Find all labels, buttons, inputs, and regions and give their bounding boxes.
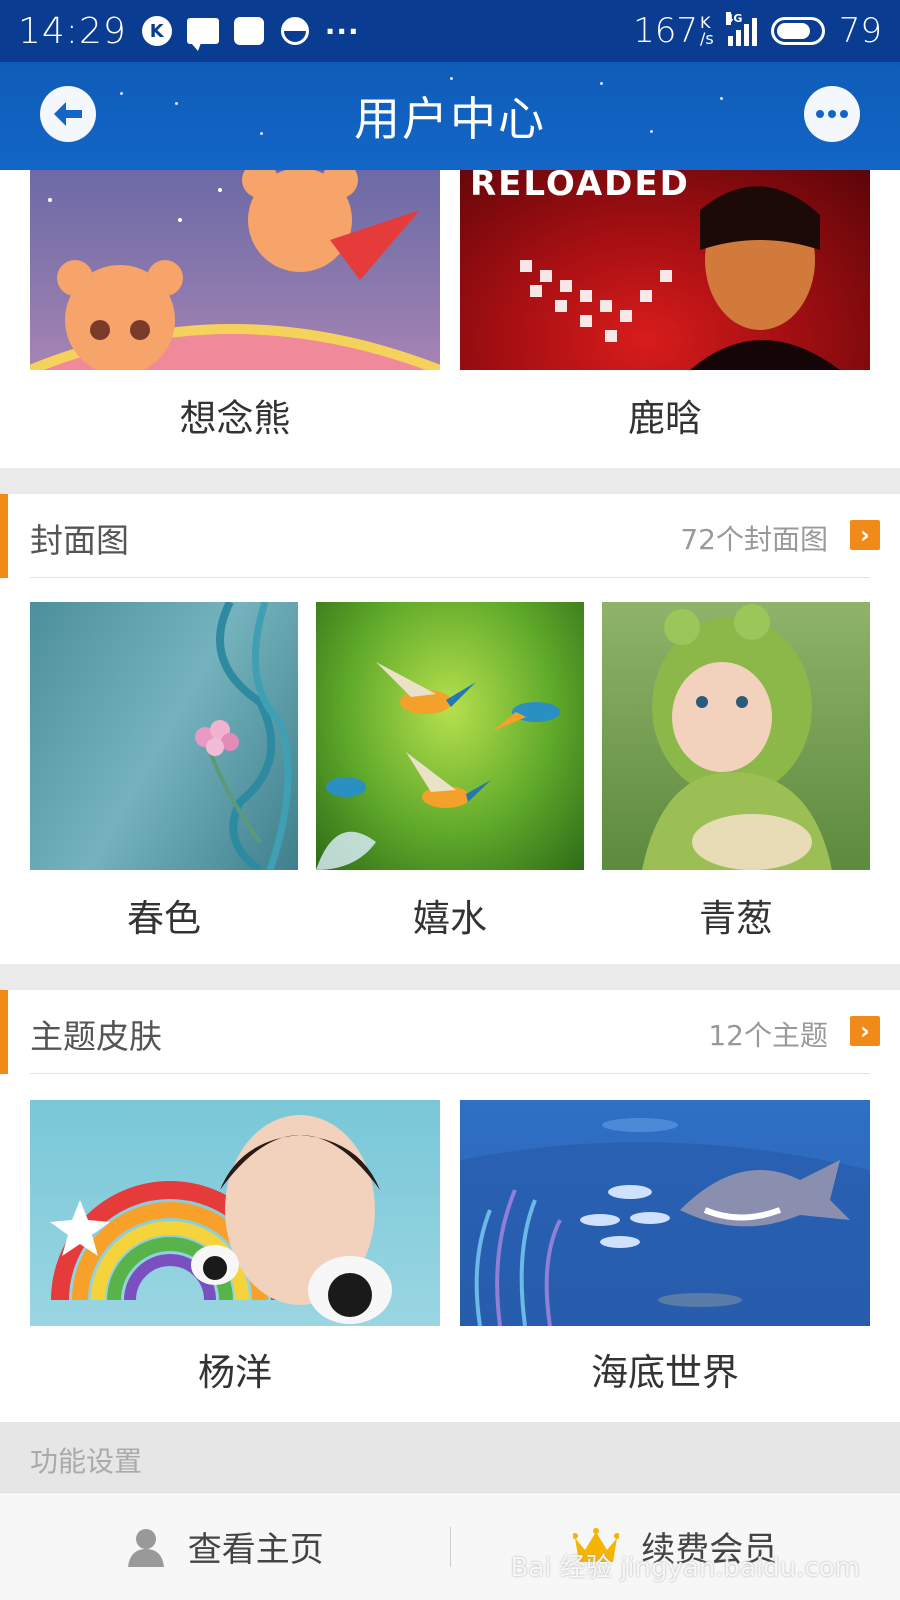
pendant-tile-bear[interactable]: [30, 170, 440, 370]
network-speed: 167: [633, 11, 698, 51]
speed-unit: K /s: [700, 13, 714, 48]
pendant-label-bear: 想念熊: [179, 397, 291, 440]
baby-photo-icon: [642, 604, 832, 870]
message-icon: [186, 15, 219, 51]
status-right: 167 K /s 4G 79: [633, 11, 882, 51]
covers-section: 封面图 72个封面图 › 春色 嬉水 青葱: [0, 494, 900, 964]
screen: 14:29 K ··· 167 K /s 4G 79 用户中心 RELOADED…: [0, 0, 900, 1600]
nav-bar: 用户中心: [0, 62, 900, 170]
themes-title: 主题皮肤: [30, 1017, 162, 1056]
k-app-icon: K: [141, 15, 173, 47]
settings-section[interactable]: 功能设置: [0, 1422, 900, 1492]
theme-tile-yangyang[interactable]: [30, 1100, 440, 1326]
covers-title: 封面图: [30, 521, 129, 560]
pendant-overlay-text: RELOADED: [470, 170, 690, 204]
view-home-button[interactable]: 查看主页: [0, 1493, 450, 1600]
view-home-label: 查看主页: [187, 1530, 324, 1570]
rainbow-portrait-icon: [50, 1115, 392, 1324]
more-notifications-icon: ···: [324, 14, 360, 48]
themes-header[interactable]: 主题皮肤 12个主题 ›: [0, 990, 880, 1074]
chevron-right-icon[interactable]: ›: [850, 520, 880, 550]
watermark: Bai 经验 jingyan.baidu.com: [510, 1553, 860, 1583]
themes-count: 12个主题: [708, 1019, 828, 1052]
cover-label-birds: 嬉水: [413, 897, 487, 940]
battery-level: 79: [838, 11, 882, 51]
section-accent: [0, 494, 8, 578]
status-time: 14:29: [18, 10, 127, 52]
section-accent: [0, 990, 8, 1074]
bottom-bar: 查看主页 续费会员 Bai 经验 jingyan.baidu.com: [0, 1492, 900, 1600]
cover-tile-baby[interactable]: [602, 602, 870, 870]
user-icon: [127, 1528, 164, 1567]
more-button[interactable]: [804, 86, 860, 142]
weibo-icon: [233, 15, 265, 47]
theme-label-ocean: 海底世界: [591, 1351, 739, 1394]
pendant-section: RELOADED 想念熊 鹿晗: [0, 170, 900, 468]
cover-label-spring: 春色: [127, 897, 201, 940]
battery-icon: [770, 17, 825, 45]
covers-count: 72个封面图: [680, 523, 828, 556]
half-circle-icon: [279, 15, 311, 47]
pendant-label-luhan: 鹿晗: [628, 397, 702, 440]
page-title: 用户中心: [354, 92, 546, 146]
kingfisher-photo-icon: [316, 662, 560, 870]
covers-header[interactable]: 封面图 72个封面图 ›: [0, 494, 880, 578]
back-button[interactable]: [40, 86, 96, 142]
back-arrow-icon: [54, 102, 82, 126]
ocean-illustration-icon: [460, 1118, 870, 1326]
theme-tile-ocean[interactable]: [460, 1100, 870, 1326]
status-left: 14:29 K ···: [18, 11, 360, 52]
pendant-tile-luhan[interactable]: RELOADED: [460, 170, 870, 370]
status-bar: 14:29 K ··· 167 K /s 4G 79: [0, 0, 900, 62]
bear-illustration-icon: [30, 170, 440, 370]
theme-label-yangyang: 杨洋: [198, 1351, 272, 1394]
cover-label-baby: 青葱: [699, 897, 773, 940]
more-icon: [816, 110, 824, 118]
chevron-right-icon[interactable]: ›: [850, 1016, 880, 1046]
flower-photo-icon: [195, 602, 292, 870]
signal-icon: 4G: [725, 12, 757, 46]
themes-section: 主题皮肤 12个主题 › 杨洋 海底世界: [0, 990, 900, 1422]
settings-label: 功能设置: [30, 1445, 143, 1478]
cover-tile-birds[interactable]: [316, 602, 584, 870]
cover-tile-spring[interactable]: [30, 602, 298, 870]
